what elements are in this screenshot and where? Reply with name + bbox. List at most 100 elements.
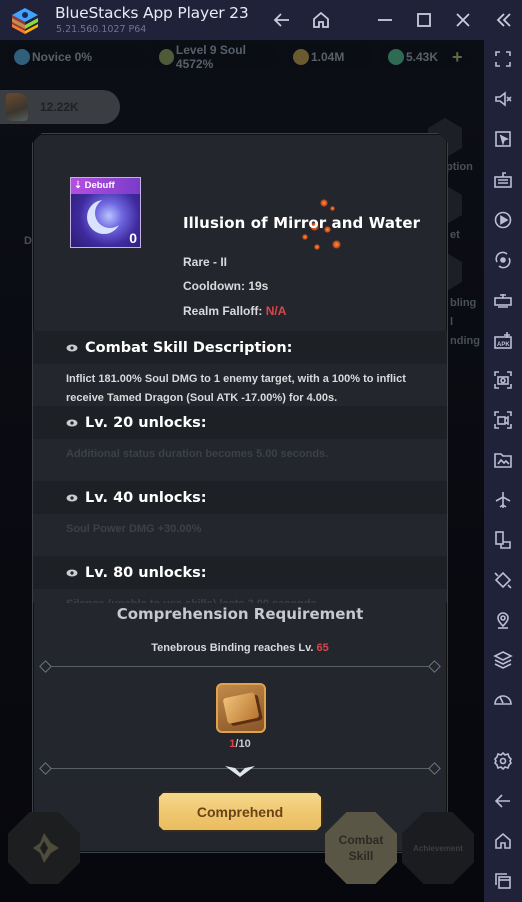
airplane-mode-button[interactable] bbox=[493, 490, 513, 510]
power-pill[interactable]: 12.22K bbox=[0, 90, 120, 124]
location-button[interactable] bbox=[493, 610, 513, 630]
maximize-icon bbox=[417, 13, 431, 27]
skill-detail-dialog: ⇣ Debuff 0 Illusion of Mirror and Water … bbox=[32, 133, 448, 853]
diamond-ornament-icon bbox=[428, 660, 441, 673]
app-title: BlueStacks App Player 23 bbox=[55, 4, 249, 22]
bg-menu-label: l bbox=[450, 316, 454, 328]
scroll-item-icon bbox=[223, 692, 260, 724]
minimize-button[interactable] bbox=[373, 8, 397, 32]
material-item-slot[interactable] bbox=[216, 683, 266, 733]
keyboard-icon bbox=[494, 172, 512, 188]
resource-gems[interactable]: 5.43K + bbox=[382, 46, 466, 68]
android-back-button[interactable] bbox=[493, 791, 513, 811]
home-icon bbox=[495, 832, 511, 849]
section-body-lv20: Additional status duration becomes 5.00 … bbox=[33, 439, 447, 481]
power-value: 12.22K bbox=[40, 100, 79, 114]
svg-text:APK: APK bbox=[497, 342, 510, 348]
home-icon bbox=[313, 11, 329, 28]
section-header-description: Combat Skill Description: bbox=[33, 331, 447, 364]
section-header-lv40: Lv. 40 unlocks: bbox=[33, 481, 447, 514]
record-play-button[interactable] bbox=[493, 210, 513, 230]
section-body-lv40: Soul Power DMG +30.00% bbox=[33, 514, 447, 556]
comprehend-button[interactable]: Comprehend bbox=[157, 791, 323, 832]
recent-apps-button[interactable] bbox=[493, 871, 513, 891]
keyboard-button[interactable] bbox=[493, 170, 513, 190]
bg-menu-label: ption bbox=[446, 161, 473, 173]
emblem-icon bbox=[33, 833, 59, 863]
fullscreen-icon bbox=[495, 51, 511, 67]
volume-button[interactable] bbox=[493, 89, 513, 109]
requirement-title: Comprehension Requirement bbox=[116, 605, 364, 623]
section-header-lv20: Lv. 20 unlocks: bbox=[33, 406, 447, 439]
screenshot-button[interactable] bbox=[493, 370, 513, 390]
gear-icon bbox=[494, 751, 512, 771]
screen-record-button[interactable] bbox=[493, 410, 513, 430]
tab-label: Combat bbox=[338, 833, 384, 847]
diamond-ornament-icon bbox=[39, 660, 52, 673]
settings-button[interactable] bbox=[493, 751, 513, 771]
performance-button[interactable] bbox=[493, 690, 513, 710]
close-icon bbox=[456, 13, 470, 27]
gem-icon bbox=[388, 49, 404, 65]
maximize-button[interactable] bbox=[412, 8, 436, 32]
title-bar: BlueStacks App Player 23 5.21.560.1027 P… bbox=[0, 0, 522, 40]
location-pin-icon bbox=[497, 612, 509, 629]
rotate-screen-button[interactable] bbox=[493, 570, 513, 590]
condition-level: 65 bbox=[316, 642, 329, 654]
home-button[interactable] bbox=[309, 8, 333, 32]
cooldown-label: Cooldown: bbox=[183, 279, 245, 293]
pointer-button[interactable] bbox=[493, 129, 513, 149]
section-title: Lv. 20 unlocks: bbox=[85, 414, 207, 431]
apk-icon: APK bbox=[494, 332, 512, 349]
falloff-label: Realm Falloff: bbox=[183, 304, 263, 318]
layers-icon bbox=[493, 651, 513, 669]
install-apk-button[interactable]: APK bbox=[493, 330, 513, 350]
flame-icon bbox=[14, 49, 30, 65]
unlock-text: Silence (unable to use skills) lasts 2.0… bbox=[66, 595, 447, 603]
section-title: Lv. 40 unlocks: bbox=[85, 489, 207, 506]
resource-novice[interactable]: Novice 0% bbox=[8, 46, 146, 68]
eye-icon bbox=[66, 494, 78, 502]
coin-icon bbox=[293, 49, 309, 65]
debuff-label: Debuff bbox=[84, 180, 115, 191]
resource-coins[interactable]: 1.04M bbox=[287, 46, 372, 68]
arrow-left-icon bbox=[494, 794, 510, 808]
resource-label: 5.43K bbox=[406, 50, 439, 64]
app-version: 5.21.560.1027 P64 bbox=[56, 24, 147, 35]
wing-ornament-icon bbox=[225, 764, 255, 778]
macro-button[interactable] bbox=[493, 290, 513, 310]
back-button[interactable] bbox=[270, 8, 294, 32]
macro-icon bbox=[494, 294, 512, 308]
resource-soul-level[interactable]: Level 9 Soul 4572% bbox=[153, 43, 279, 71]
debuff-arrows-icon: ⇣ bbox=[74, 180, 82, 191]
skill-icon: ⇣ Debuff 0 bbox=[70, 177, 141, 248]
close-button[interactable] bbox=[451, 8, 475, 32]
unlock-text: Soul Power DMG +30.00% bbox=[66, 523, 202, 535]
fullscreen-button[interactable] bbox=[493, 49, 513, 69]
resource-label: Novice 0% bbox=[32, 50, 93, 64]
condition-text: Tenebrous Binding reaches Lv. bbox=[151, 642, 314, 654]
diamond-ornament-icon bbox=[39, 762, 52, 775]
material-count: 1/10 bbox=[33, 738, 447, 750]
multi-instance-button[interactable] bbox=[493, 530, 513, 550]
description-line: Inflict 181.00% Soul DMG to 1 enemy targ… bbox=[66, 373, 406, 385]
item-need: /10 bbox=[235, 738, 251, 750]
camera-icon bbox=[494, 371, 512, 389]
add-gems-button[interactable]: + bbox=[452, 47, 463, 68]
skill-realm-falloff: Realm Falloff: N/A bbox=[183, 304, 286, 318]
arrow-left-icon bbox=[273, 13, 289, 27]
rotate-sync-icon bbox=[495, 251, 511, 269]
resource-label: 1.04M bbox=[311, 50, 345, 64]
layers-button[interactable] bbox=[493, 650, 513, 670]
unlock-text: Additional status duration becomes 5.00 … bbox=[66, 448, 329, 460]
media-folder-button[interactable] bbox=[493, 450, 513, 470]
multi-instance-icon bbox=[495, 531, 511, 549]
collapse-sidebar-button[interactable] bbox=[492, 8, 516, 32]
spiral-icon bbox=[159, 49, 174, 65]
section-body-lv80: Silence (unable to use skills) lasts 2.0… bbox=[33, 589, 447, 603]
android-home-button[interactable] bbox=[493, 831, 513, 851]
eye-icon bbox=[66, 419, 78, 427]
volume-mute-icon bbox=[495, 91, 512, 107]
bluestacks-sidebar: APK bbox=[484, 40, 522, 902]
sync-button[interactable] bbox=[493, 250, 513, 270]
